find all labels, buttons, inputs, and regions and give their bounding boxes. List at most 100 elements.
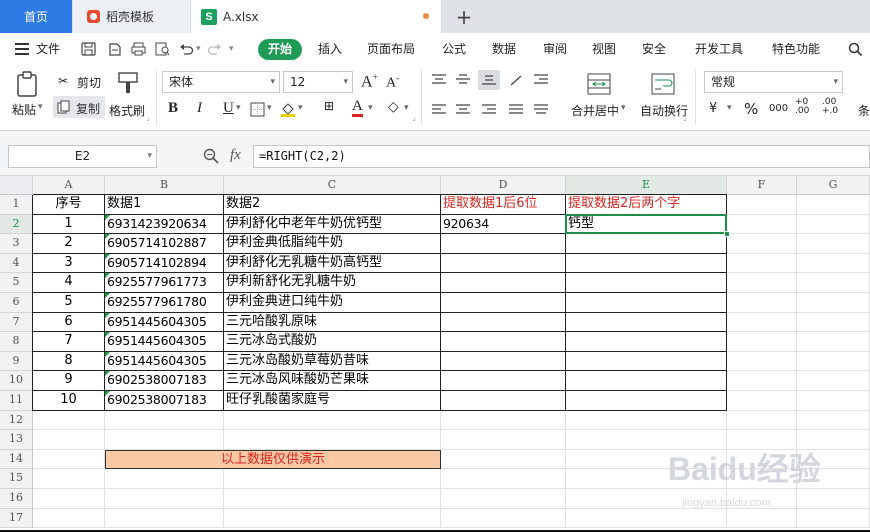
grid-cell[interactable] bbox=[727, 195, 797, 215]
grid-cell[interactable] bbox=[105, 430, 224, 450]
row-header-17[interactable]: 17 bbox=[0, 508, 33, 529]
header-cell-e[interactable]: 提取数据2后两个字 bbox=[566, 195, 727, 215]
grid-cell[interactable] bbox=[797, 351, 870, 372]
grid-cell[interactable] bbox=[224, 508, 441, 529]
row-header-16[interactable]: 16 bbox=[0, 489, 33, 509]
number-format-select[interactable]: 常规 ▾ bbox=[704, 71, 843, 93]
zoom-search-icon[interactable] bbox=[203, 148, 219, 164]
menu-security[interactable]: 安全 bbox=[642, 33, 666, 65]
tab-file-a-xlsx[interactable]: S A.xlsx bbox=[191, 0, 441, 33]
cell-no[interactable]: 9 bbox=[33, 371, 105, 391]
column-header-e[interactable]: E bbox=[566, 176, 727, 195]
align-center-icon[interactable] bbox=[456, 104, 470, 116]
fill-handle[interactable] bbox=[724, 231, 730, 238]
grid-cell[interactable] bbox=[727, 234, 797, 254]
grid-cell[interactable] bbox=[797, 273, 870, 293]
cell-no[interactable]: 5 bbox=[33, 293, 105, 313]
new-tab-button[interactable]: + bbox=[452, 0, 476, 33]
grid-cell[interactable] bbox=[441, 508, 566, 529]
grid-cell[interactable] bbox=[224, 469, 441, 489]
cell-data1[interactable]: 6902538007183 bbox=[105, 391, 224, 411]
increase-decimal-icon[interactable]: +0.00 bbox=[795, 98, 809, 116]
row-header-10[interactable]: 10 bbox=[0, 371, 33, 391]
grid-cell[interactable] bbox=[727, 371, 797, 391]
cut-button[interactable]: 剪切 bbox=[77, 74, 101, 91]
align-middle-icon[interactable] bbox=[456, 74, 470, 86]
grid-cell[interactable] bbox=[224, 430, 441, 450]
grid-cell[interactable] bbox=[566, 508, 727, 529]
grid-cell[interactable] bbox=[797, 253, 870, 274]
font-color-icon[interactable]: A bbox=[352, 98, 363, 117]
cell-extract-1[interactable] bbox=[441, 351, 566, 372]
copy-button[interactable]: 复制 bbox=[53, 96, 105, 118]
grid-cell[interactable] bbox=[441, 410, 566, 431]
header-cell-b[interactable]: 数据1 bbox=[105, 195, 224, 215]
grid-cell[interactable] bbox=[797, 195, 870, 215]
cell-extract-1[interactable] bbox=[441, 234, 566, 254]
row-header-4[interactable]: 4 bbox=[0, 253, 33, 274]
cell-no[interactable]: 3 bbox=[33, 253, 105, 274]
grid-cell[interactable] bbox=[33, 449, 105, 470]
tab-daoke-templates[interactable]: 稻壳模板 bbox=[73, 0, 190, 33]
grid-cell[interactable] bbox=[727, 351, 797, 372]
fx-icon[interactable]: fx bbox=[230, 147, 241, 164]
merge-dropdown-icon[interactable]: ▾ bbox=[621, 103, 626, 113]
font-name-select[interactable]: 宋体 ▾ bbox=[162, 71, 280, 93]
merge-center-button[interactable]: 合并居中 bbox=[571, 102, 619, 119]
column-header-f[interactable]: F bbox=[727, 176, 797, 195]
grid-cell[interactable] bbox=[105, 489, 224, 509]
grid-cell[interactable] bbox=[727, 508, 797, 529]
cell-extract-1[interactable] bbox=[441, 312, 566, 333]
quick-access-dropdown-icon[interactable]: ▾ bbox=[229, 33, 234, 65]
orientation-icon[interactable] bbox=[509, 74, 523, 86]
row-header-12[interactable]: 12 bbox=[0, 410, 33, 431]
cell-no[interactable]: 4 bbox=[33, 273, 105, 293]
thousands-button[interactable]: 000 bbox=[769, 103, 788, 114]
paste-dropdown-icon[interactable]: ▾ bbox=[38, 102, 43, 112]
italic-button[interactable]: I bbox=[197, 100, 202, 117]
grid-cell[interactable] bbox=[727, 273, 797, 293]
column-header-g[interactable]: G bbox=[797, 176, 870, 195]
decrease-font-icon[interactable]: A- bbox=[386, 73, 399, 92]
underline-dropdown-icon[interactable]: ▾ bbox=[236, 103, 241, 113]
grid-cell[interactable] bbox=[441, 489, 566, 509]
grid-cell[interactable] bbox=[797, 410, 870, 431]
row-header-9[interactable]: 9 bbox=[0, 351, 33, 372]
clear-format-icon[interactable]: ◇ bbox=[388, 99, 399, 115]
grid-cell[interactable] bbox=[33, 508, 105, 529]
column-header-a[interactable]: A bbox=[33, 176, 105, 195]
grid-cell[interactable] bbox=[797, 371, 870, 391]
border-dropdown-icon[interactable]: ▾ bbox=[267, 103, 272, 113]
grid-cell[interactable] bbox=[441, 430, 566, 450]
cell-extract-2[interactable]: 钙型 bbox=[566, 214, 727, 235]
cell-extract-2[interactable] bbox=[566, 253, 727, 274]
menu-data[interactable]: 数据 bbox=[492, 33, 516, 65]
cell-extract-2[interactable] bbox=[566, 351, 727, 372]
hamburger-icon[interactable] bbox=[15, 33, 29, 65]
grid-cell[interactable] bbox=[33, 469, 105, 489]
row-header-6[interactable]: 6 bbox=[0, 293, 33, 313]
row-header-5[interactable]: 5 bbox=[0, 273, 33, 293]
fill-color-dropdown-icon[interactable]: ▾ bbox=[298, 103, 303, 113]
format-painter-button[interactable]: 格式刷 bbox=[109, 102, 145, 119]
grid-cell[interactable] bbox=[797, 293, 870, 313]
row-header-2[interactable]: 2 bbox=[0, 214, 33, 235]
merge-center-icon[interactable] bbox=[587, 73, 611, 95]
row-header-1[interactable]: 1 bbox=[0, 195, 33, 215]
font-color-dropdown-icon[interactable]: ▾ bbox=[368, 103, 373, 113]
row-header-8[interactable]: 8 bbox=[0, 332, 33, 352]
cell-data2[interactable]: 伊利新舒化无乳糖牛奶 bbox=[224, 273, 441, 293]
clipboard-expand-icon[interactable]: ⌟ bbox=[146, 113, 150, 122]
undo-icon[interactable] bbox=[179, 42, 194, 56]
align-bottom-button[interactable] bbox=[478, 70, 500, 90]
cell-extract-2[interactable] bbox=[566, 332, 727, 352]
cell-data1[interactable]: 6951445604305 bbox=[105, 351, 224, 372]
cell-data2[interactable]: 三元冰岛酸奶草莓奶昔味 bbox=[224, 351, 441, 372]
menu-file[interactable]: 文件 bbox=[36, 33, 60, 65]
grid-cell[interactable] bbox=[224, 410, 441, 431]
bold-button[interactable]: B bbox=[168, 100, 178, 117]
paste-icon[interactable] bbox=[15, 71, 39, 97]
cell-extract-1[interactable] bbox=[441, 371, 566, 391]
grid-cell[interactable] bbox=[727, 214, 797, 235]
cell-data2[interactable]: 三元哈酸乳原味 bbox=[224, 312, 441, 333]
